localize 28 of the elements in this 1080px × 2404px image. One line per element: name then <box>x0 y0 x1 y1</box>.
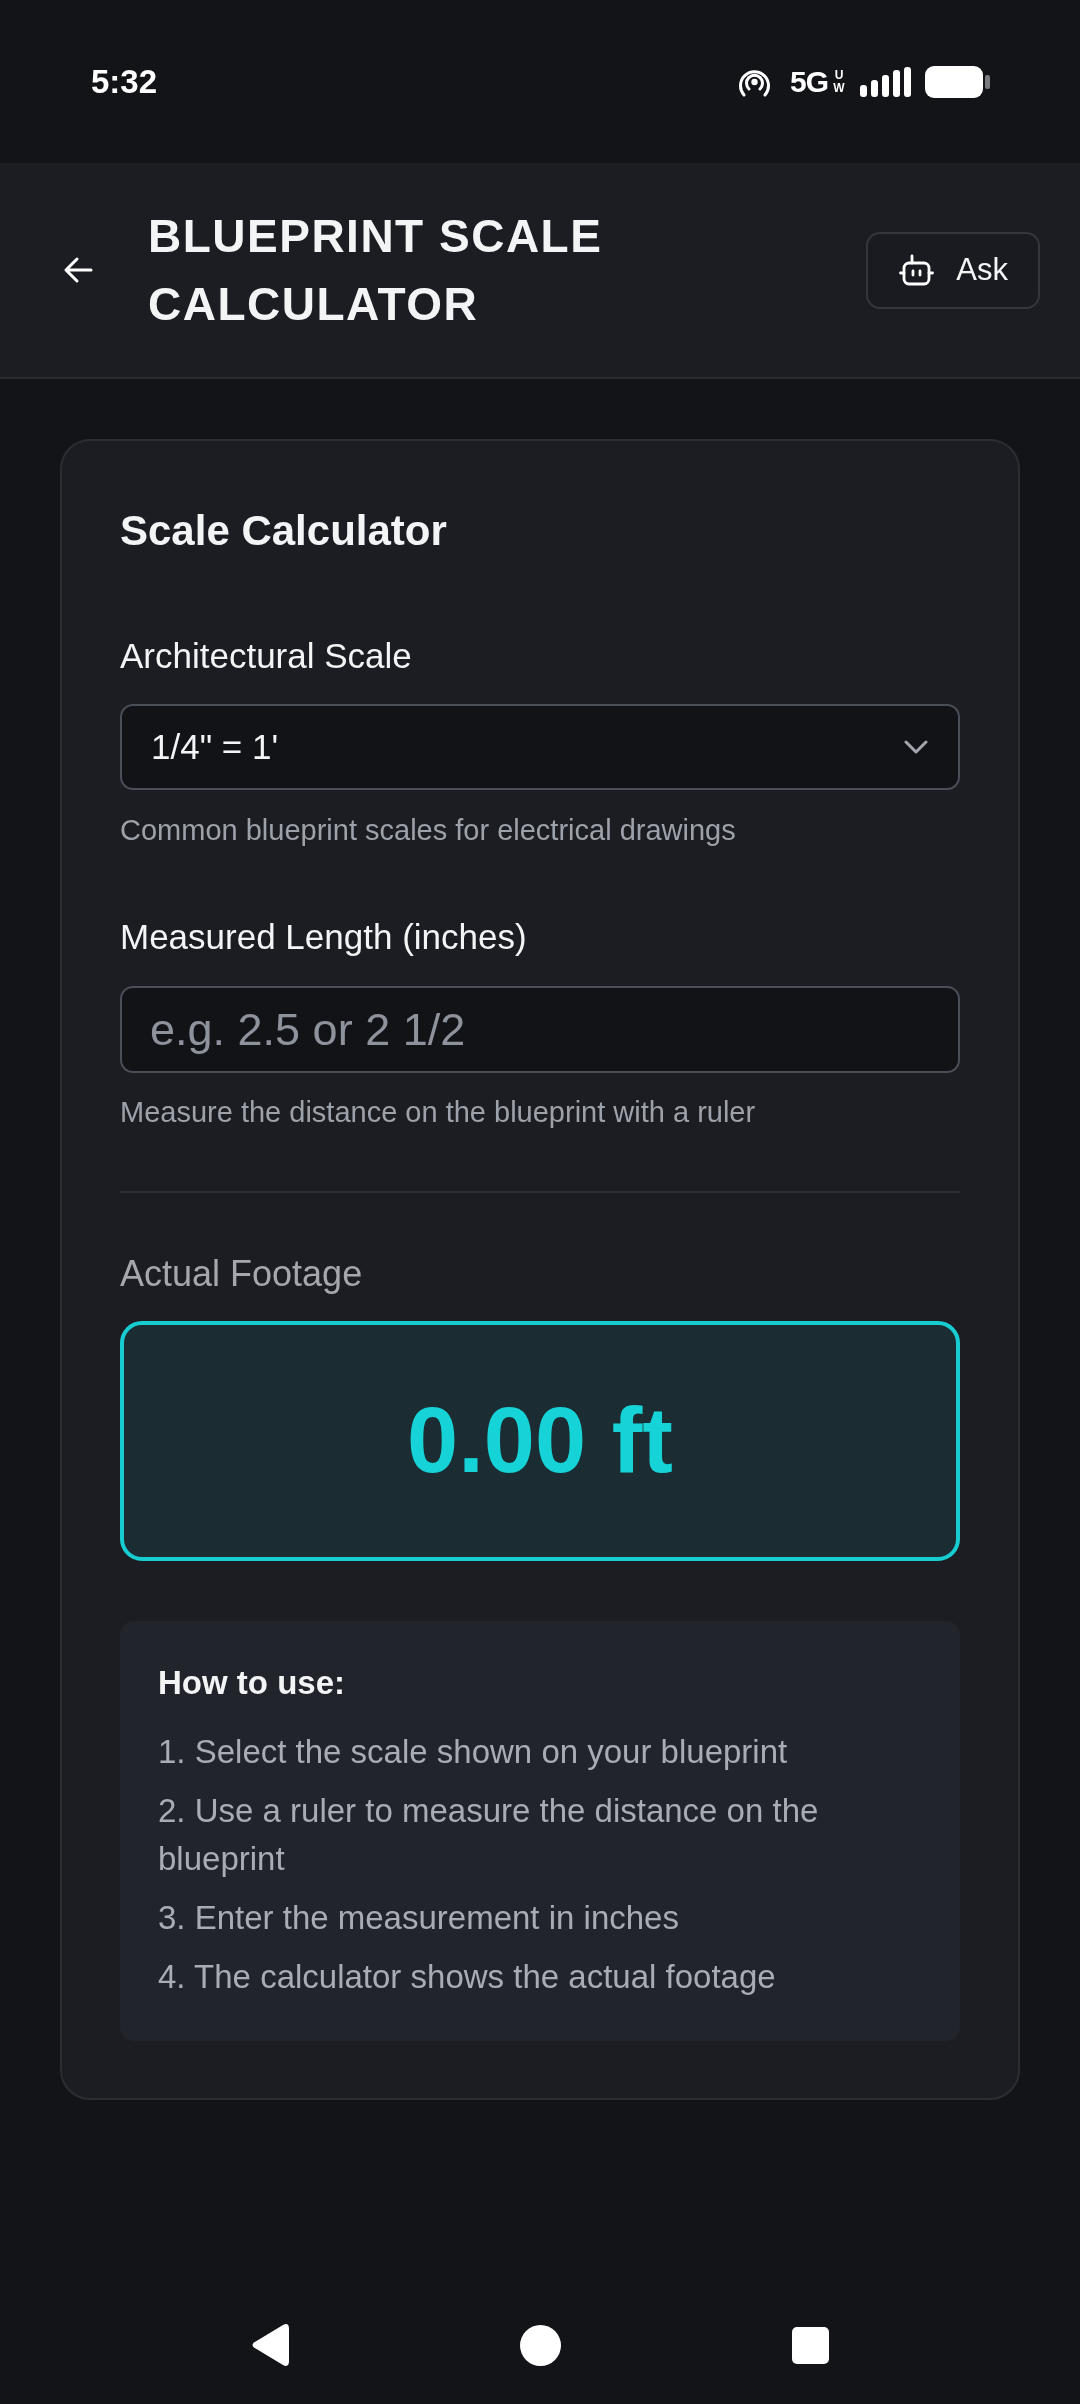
status-time: 5:32 <box>91 62 158 101</box>
length-input[interactable]: e.g. 2.5 or 2 1/2 <box>120 986 960 1073</box>
instruction-step: 3. Enter the measurement in inches <box>158 1894 922 1942</box>
robot-icon <box>899 254 935 286</box>
page-title: BLUEPRINT SCALE CALCULATOR <box>148 209 604 332</box>
instruction-step: 2. Use a ruler to measure the distance on the blueprint <box>158 1787 922 1883</box>
arrow-left-icon <box>63 256 93 284</box>
field-label: Measured Length (inches) <box>120 916 528 958</box>
instruction-step: 4. The calculator shows the actual footage <box>158 1953 922 2001</box>
signal-icon <box>860 66 911 97</box>
result-label: Actual Footage <box>120 1252 364 1296</box>
field-hint: Common blueprint scales for electrical drawings <box>120 813 737 848</box>
card-title: Scale Calculator <box>120 506 448 556</box>
back-button[interactable] <box>63 256 93 284</box>
chevron-down-icon <box>904 740 928 754</box>
ask-button[interactable]: Ask <box>866 231 1040 309</box>
nav-back-icon[interactable] <box>251 2324 289 2366</box>
scale-dropdown[interactable]: 1/4" = 1' <box>120 704 960 790</box>
field-label: Architectural Scale <box>120 635 413 677</box>
field-hint: Measure the distance on the blueprint with a ruler <box>120 1095 757 1130</box>
instruction-step: 1. Select the scale shown on your blueprint <box>158 1728 922 1776</box>
result-value: 0.00 ft <box>407 1390 673 1492</box>
battery-icon <box>925 65 990 98</box>
instructions-title: How to use: <box>158 1663 346 1703</box>
network-type: 5G <box>789 66 828 97</box>
nav-home-icon[interactable] <box>519 2324 561 2366</box>
nav-recents-icon[interactable] <box>791 2326 829 2364</box>
network-sub-label: UW <box>832 68 846 95</box>
